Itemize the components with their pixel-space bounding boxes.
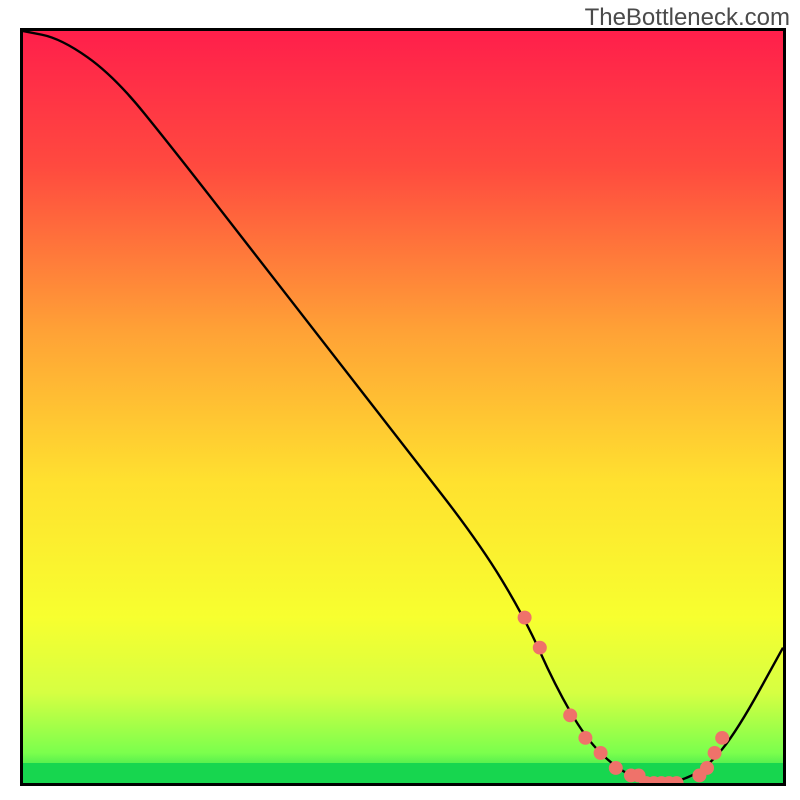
highlight-dot [578,731,592,745]
chart-frame: TheBottleneck.com [0,0,800,800]
highlight-dots-group [518,611,730,783]
highlight-dot [533,641,547,655]
highlight-dot [609,761,623,775]
highlight-dot [518,611,532,625]
highlight-dot [563,708,577,722]
highlight-dot [715,731,729,745]
plot-area [20,28,786,786]
watermark-text: TheBottleneck.com [585,4,790,32]
highlight-dot [700,761,714,775]
bottleneck-curve-path [23,31,783,783]
bottleneck-curve-svg [23,31,783,783]
highlight-dot [708,746,722,760]
highlight-dot [594,746,608,760]
